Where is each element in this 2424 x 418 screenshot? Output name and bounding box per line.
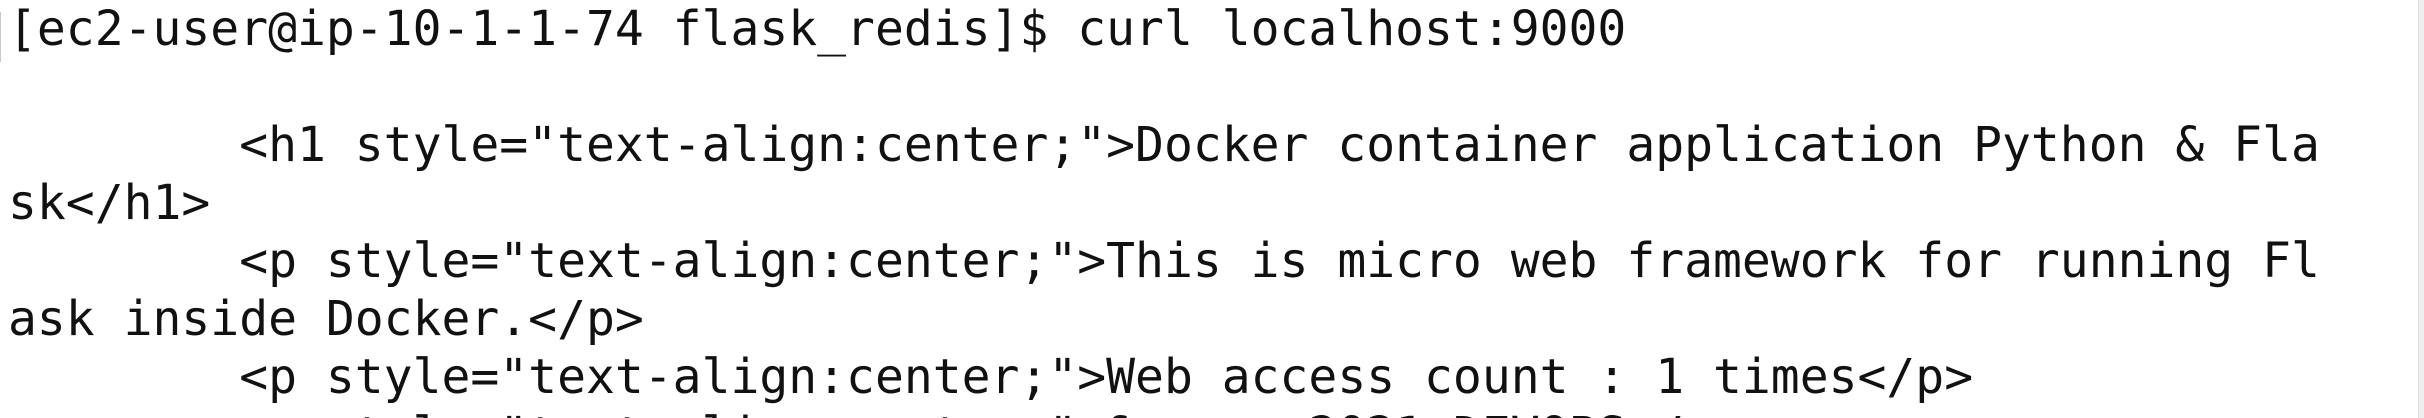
output-line-p1-start: <p style="text-align:center;">This is mi…: [8, 233, 2320, 289]
output-line-h1-end: sk</h1>: [8, 175, 211, 231]
window-edge: [2418, 0, 2424, 418]
output-line-h1-start: <h1 style="text-align:center;">Docker co…: [8, 117, 2320, 173]
line-marker: [0, 12, 4, 62]
terminal-output[interactable]: [ec2-user@ip-10-1-1-74 flask_redis]$ cur…: [8, 0, 2320, 418]
terminal-window[interactable]: [ec2-user@ip-10-1-1-74 flask_redis]$ cur…: [0, 0, 2424, 418]
output-line-p2: <p style="text-align:center;">Web access…: [8, 349, 1974, 405]
output-line-p3-partial: <p style="text-align:center;">&copy; 202…: [8, 406, 2320, 418]
prompt-line: [ec2-user@ip-10-1-1-74 flask_redis]$ cur…: [8, 1, 1627, 57]
output-line-p1-end: ask inside Docker.</p>: [8, 291, 644, 347]
